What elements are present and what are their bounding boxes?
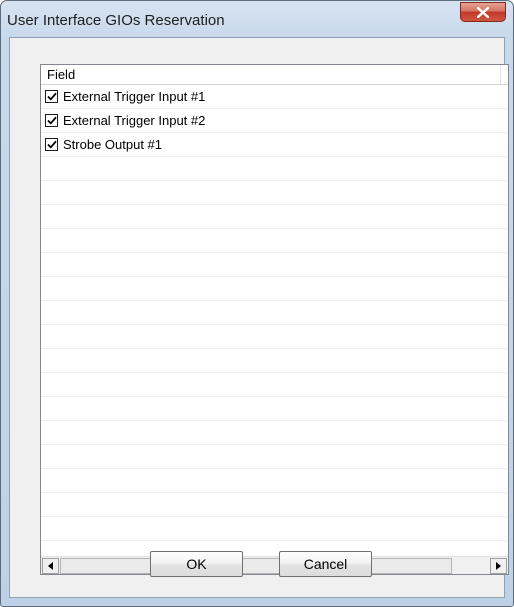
empty-row	[41, 397, 508, 421]
empty-row	[41, 373, 508, 397]
column-header-field[interactable]: Field	[41, 65, 501, 84]
empty-row	[41, 517, 508, 541]
checkmark-icon	[46, 92, 57, 101]
scrollbar-thumb[interactable]	[60, 558, 452, 574]
empty-row	[41, 301, 508, 325]
cancel-button[interactable]: Cancel	[279, 551, 372, 577]
dialog-client-area: Field External Trigger Input #1 External…	[9, 37, 509, 598]
empty-row	[41, 277, 508, 301]
empty-row	[41, 205, 508, 229]
empty-row	[41, 469, 508, 493]
empty-row	[41, 229, 508, 253]
list-item[interactable]: External Trigger Input #1	[41, 85, 508, 109]
dialog-window: User Interface GIOs Reservation Field Ex…	[0, 0, 514, 607]
ok-button[interactable]: OK	[150, 551, 243, 577]
title-bar[interactable]: User Interface GIOs Reservation	[1, 1, 513, 41]
checkmark-icon	[46, 140, 57, 149]
arrow-right-icon	[496, 562, 501, 570]
list-item-label: External Trigger Input #1	[63, 89, 206, 104]
empty-row	[41, 325, 508, 349]
field-checkbox[interactable]	[45, 138, 58, 151]
empty-row	[41, 181, 508, 205]
arrow-left-icon	[48, 562, 53, 570]
empty-row	[41, 253, 508, 277]
empty-row	[41, 349, 508, 373]
field-list-view[interactable]: Field External Trigger Input #1 External…	[40, 64, 509, 575]
field-checkbox[interactable]	[45, 114, 58, 127]
horizontal-scrollbar[interactable]	[41, 556, 508, 574]
checkmark-icon	[46, 116, 57, 125]
empty-row	[41, 421, 508, 445]
field-checkbox[interactable]	[45, 90, 58, 103]
empty-row	[41, 157, 508, 181]
list-item-label: Strobe Output #1	[63, 137, 163, 152]
close-icon	[477, 6, 489, 18]
list-item-label: External Trigger Input #2	[63, 113, 206, 128]
empty-row	[41, 541, 508, 556]
close-button[interactable]	[460, 2, 506, 22]
list-item[interactable]: External Trigger Input #2	[41, 109, 508, 133]
window-title: User Interface GIOs Reservation	[7, 12, 225, 29]
scroll-left-button[interactable]	[42, 558, 59, 574]
list-item[interactable]: Strobe Output #1	[41, 133, 508, 157]
empty-row	[41, 493, 508, 517]
scroll-right-button[interactable]	[490, 558, 507, 574]
list-rows: External Trigger Input #1 External Trigg…	[41, 85, 508, 556]
list-header: Field	[41, 65, 508, 85]
empty-row	[41, 445, 508, 469]
